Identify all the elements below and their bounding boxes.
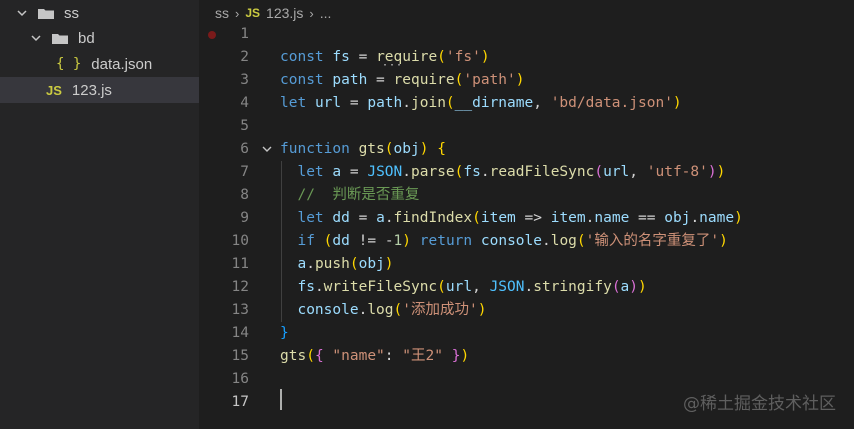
line-number: 4: [240, 95, 249, 111]
code-line[interactable]: 15 gts({ "name": "王2" }): [199, 345, 854, 368]
line-number: 5: [240, 118, 249, 134]
tree-item-label: bd: [78, 29, 95, 47]
code-editor[interactable]: ss › JS 123.js › ... 1 2 const fs = requir…: [199, 0, 854, 429]
code-line[interactable]: 8 // 判断是否重复: [199, 184, 854, 207]
line-number: 10: [231, 233, 249, 249]
breadcrumb-file[interactable]: 123.js: [266, 5, 303, 21]
line-number: 2: [240, 49, 249, 65]
code-line[interactable]: 14}: [199, 322, 854, 345]
chevron-down-icon: [31, 35, 41, 42]
line-number: 12: [231, 279, 249, 295]
code-line[interactable]: 9 let dd = a.findIndex(item => item.name…: [199, 207, 854, 230]
code-line[interactable]: 3 const path = require('path'): [199, 69, 854, 92]
line-number: 16: [231, 371, 249, 387]
watermark: @稀土掘金技术社区: [683, 394, 836, 414]
line-number: 7: [240, 164, 249, 180]
code-text: }: [280, 325, 289, 341]
line-number: 17: [231, 394, 249, 410]
code-line[interactable]: 5: [199, 115, 854, 138]
code-text: let url = path.join(__dirname, 'bd/data.…: [280, 95, 682, 111]
tree-item-label: 123.js: [71, 81, 112, 99]
code-text: gts({ "name": "王2" }): [280, 348, 470, 364]
code-line[interactable]: 16: [199, 368, 854, 391]
code-text: a.push(obj): [297, 256, 394, 272]
folder-open-icon: [52, 33, 68, 44]
line-number: 15: [231, 348, 249, 364]
chevron-right-icon: ›: [309, 5, 314, 21]
code-text: // 判断是否重复: [280, 187, 420, 203]
hint-dots: ···: [382, 60, 404, 71]
line-number: 8: [240, 187, 249, 203]
breadcrumb: ss › JS 123.js › ...: [215, 3, 331, 23]
code-line[interactable]: 2 const fs = require('fs'): [199, 46, 854, 69]
tree-item-123-js[interactable]: JS 123.js: [0, 77, 199, 103]
code-text: let a = JSON.parse(fs.readFileSync(url, …: [297, 164, 726, 180]
code-text: const path = require('path'): [280, 72, 525, 88]
code-text: fs.writeFileSync(url, JSON.stringify(a)): [297, 279, 647, 295]
line-number: 11: [231, 256, 249, 272]
code-text: if (dd != -1) return console.log('输入的名字重…: [297, 233, 728, 249]
line-number: 9: [240, 210, 249, 226]
breadcrumb-folder[interactable]: ss: [215, 5, 229, 21]
chevron-right-icon: ›: [235, 5, 240, 21]
js-file-icon: JS: [46, 82, 62, 98]
folder-open-icon: [38, 8, 54, 19]
code-line[interactable]: 7 let a = JSON.parse(fs.readFileSync(url…: [199, 161, 854, 184]
code-text: let dd = a.findIndex(item => item.name =…: [297, 210, 743, 226]
tree-item-label: data.json: [91, 55, 153, 73]
line-number: 6: [240, 141, 249, 157]
breadcrumb-more[interactable]: ...: [320, 5, 332, 21]
code-line[interactable]: 11 a.push(obj): [199, 253, 854, 276]
explorer-sidebar: ss bd { } data.json JS 123.js: [0, 0, 199, 429]
tree-item-label: ss: [64, 4, 79, 22]
code-line[interactable]: 10 if (dd != -1) return console.log('输入的…: [199, 230, 854, 253]
json-file-icon: { }: [56, 56, 82, 72]
js-file-icon: JS: [245, 6, 261, 20]
tree-item-data-json[interactable]: { } data.json: [0, 51, 199, 77]
code-line[interactable]: 4 let url = path.join(__dirname, 'bd/data…: [199, 92, 854, 115]
code-text: console.log('添加成功'): [297, 302, 487, 318]
line-number: 14: [231, 325, 249, 341]
code-line[interactable]: 6 function gts(obj) {: [199, 138, 854, 161]
line-number: 13: [231, 302, 249, 318]
line-number: 1: [240, 26, 249, 42]
code-line[interactable]: 12 fs.writeFileSync(url, JSON.stringify(…: [199, 276, 854, 299]
text-cursor: [280, 389, 282, 410]
chevron-down-icon: [17, 10, 27, 17]
code-line[interactable]: 1: [199, 23, 854, 46]
code-line[interactable]: 13 console.log('添加成功'): [199, 299, 854, 322]
code-text: function gts(obj) {: [280, 141, 446, 157]
tree-item-bd-folder[interactable]: bd: [0, 25, 199, 51]
tree-item-ss-folder[interactable]: ss: [0, 0, 199, 26]
line-number: 3: [240, 72, 249, 88]
